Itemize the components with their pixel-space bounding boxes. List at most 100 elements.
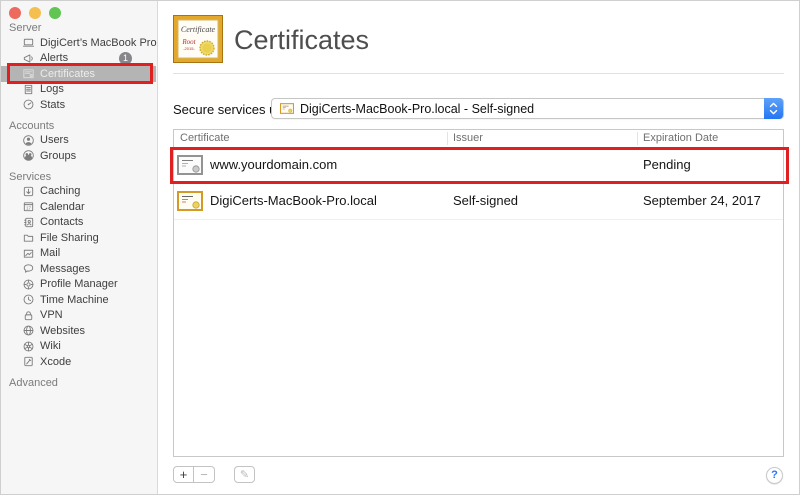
svg-text:17: 17: [26, 206, 31, 211]
sidebar-item-label: Mail: [40, 247, 60, 259]
sidebar-section-accounts: AccountsUsers Groups: [1, 119, 156, 164]
sidebar-item-label: Groups: [40, 150, 76, 162]
column-divider: [637, 132, 638, 145]
sidebar-item-logs[interactable]: Logs: [1, 82, 156, 98]
section-label: Services: [1, 170, 156, 184]
sidebar-section-server: Server DigiCert’s MacBook Pro Alerts 1 Certi…: [1, 21, 156, 113]
certificate-icon: [22, 67, 35, 80]
sidebar: Server DigiCert’s MacBook Pro Alerts 1 Certi…: [1, 1, 158, 494]
sidebar-section-advanced: Advanced: [1, 376, 156, 390]
sidebar-item-label: Xcode: [40, 356, 71, 368]
certificates-large-icon: Certificate Root -2015-: [173, 15, 223, 63]
certificates-table: Certificate Issuer Expiration Date www.you…: [173, 129, 784, 457]
sidebar-sections: Server DigiCert’s MacBook Pro Alerts 1 Certi…: [1, 21, 156, 396]
sidebar-item-caching[interactable]: Caching: [1, 184, 156, 200]
xcode-icon: [22, 355, 35, 368]
certificate-cell: DigiCerts-MacBook-Pro.local: [210, 184, 377, 218]
svg-text:Certificate: Certificate: [181, 25, 216, 34]
certificate-pending-icon: [177, 155, 203, 178]
sidebar-item-contacts[interactable]: Contacts: [1, 215, 156, 231]
sidebar-item-label: Stats: [40, 99, 65, 111]
websites-icon: [22, 324, 35, 337]
sidebar-item-label: Messages: [40, 263, 90, 275]
messages-icon: [22, 262, 35, 275]
sidebar-item-wiki[interactable]: Wiki: [1, 339, 156, 355]
page-title: Certificates: [234, 25, 369, 56]
sidebar-item-label: Logs: [40, 83, 64, 95]
megaphone-icon: [22, 52, 35, 65]
caching-icon: [22, 185, 35, 198]
svg-text:Root: Root: [181, 38, 196, 46]
sidebar-item-certificates[interactable]: Certificates: [1, 66, 156, 82]
logs-icon: [22, 83, 35, 96]
time-machine-icon: [22, 293, 35, 306]
section-label: Server: [1, 21, 156, 35]
alerts-badge: 1: [119, 52, 132, 65]
secure-services-dropdown[interactable]: DigiCerts-MacBook-Pro.local - Self-signe…: [271, 98, 784, 119]
sidebar-item-users[interactable]: Users: [1, 133, 156, 149]
column-header-certificate[interactable]: Certificate: [180, 132, 230, 144]
sidebar-item-label: Users: [40, 134, 69, 146]
mail-icon: [22, 247, 35, 260]
section-label: Accounts: [1, 119, 156, 133]
sidebar-item-mail[interactable]: Mail: [1, 246, 156, 262]
certificate-mini-icon: [280, 103, 294, 114]
sidebar-item-stats[interactable]: Stats: [1, 97, 156, 113]
sidebar-item-vpn[interactable]: VPN: [1, 308, 156, 324]
sidebar-item-file-sharing[interactable]: File Sharing: [1, 230, 156, 246]
main-panel: Certificate Root -2015- Certificates Sec…: [158, 1, 799, 494]
window-controls: [9, 7, 61, 19]
sidebar-item-label: Time Machine: [40, 294, 109, 306]
table-row-digicerts-macbook-pro-local[interactable]: DigiCerts-MacBook-Pro.local Self-signed Se…: [174, 184, 783, 220]
zoom-button[interactable]: [49, 7, 61, 19]
add-certificate-button[interactable]: +: [173, 466, 194, 483]
dropdown-stepper-icon[interactable]: [764, 98, 783, 119]
help-button[interactable]: ?: [766, 467, 783, 484]
expiration-cell: September 24, 2017: [643, 184, 761, 218]
sidebar-item-messages[interactable]: Messages: [1, 261, 156, 277]
sidebar-item-label: Certificates: [40, 68, 95, 80]
sidebar-item-label: Profile Manager: [40, 278, 118, 290]
sidebar-item-label: Alerts: [40, 52, 68, 64]
minimize-button[interactable]: [29, 7, 41, 19]
table-row-www-yourdomain-com[interactable]: www.yourdomain.com Pending: [174, 148, 783, 184]
expiration-cell: Pending: [643, 148, 691, 182]
sidebar-section-services: ServicesCaching 17CalendarContacts File Sh…: [1, 170, 156, 370]
sidebar-item-time-machine[interactable]: Time Machine: [1, 292, 156, 308]
sidebar-item-digicert-s-macbook-pro[interactable]: DigiCert’s MacBook Pro: [1, 35, 156, 51]
column-header-expiration-date[interactable]: Expiration Date: [643, 132, 718, 144]
sidebar-item-label: Contacts: [40, 216, 83, 228]
server-app-window: Server DigiCert’s MacBook Pro Alerts 1 Certi…: [0, 0, 800, 495]
column-header-issuer[interactable]: Issuer: [453, 132, 483, 144]
group-icon: [22, 149, 35, 162]
column-divider: [447, 132, 448, 145]
table-body: www.yourdomain.com Pending DigiCerts-MacB…: [174, 148, 783, 220]
sidebar-item-label: VPN: [40, 309, 63, 321]
dropdown-selected-value: DigiCerts-MacBook-Pro.local - Self-signe…: [300, 102, 534, 116]
profile-manager-icon: [22, 278, 35, 291]
calendar-icon: 17: [22, 200, 35, 213]
issuer-cell: Self-signed: [453, 184, 518, 218]
certificate-cell: www.yourdomain.com: [210, 148, 337, 182]
sidebar-item-label: Caching: [40, 185, 80, 197]
certificate-signed-icon: [177, 191, 203, 214]
sidebar-item-profile-manager[interactable]: Profile Manager: [1, 277, 156, 293]
table-header: Certificate Issuer Expiration Date: [174, 130, 783, 148]
stats-icon: [22, 98, 35, 111]
edit-certificate-button[interactable]: ✎: [234, 466, 255, 483]
close-button[interactable]: [9, 7, 21, 19]
header-divider: [173, 73, 784, 74]
sidebar-item-websites[interactable]: Websites: [1, 323, 156, 339]
table-toolbar: + −: [173, 466, 215, 483]
sidebar-item-groups[interactable]: Groups: [1, 148, 156, 164]
sidebar-item-label: DigiCert’s MacBook Pro: [40, 37, 157, 49]
sidebar-item-alerts[interactable]: Alerts 1: [1, 51, 156, 67]
sidebar-item-xcode[interactable]: Xcode: [1, 354, 156, 370]
svg-text:-2015-: -2015-: [183, 46, 195, 51]
wiki-icon: [22, 340, 35, 353]
sidebar-item-label: Websites: [40, 325, 85, 337]
sidebar-item-label: Wiki: [40, 340, 61, 352]
sidebar-item-calendar[interactable]: 17Calendar: [1, 199, 156, 215]
remove-certificate-button[interactable]: −: [194, 466, 215, 483]
sidebar-item-label: File Sharing: [40, 232, 99, 244]
